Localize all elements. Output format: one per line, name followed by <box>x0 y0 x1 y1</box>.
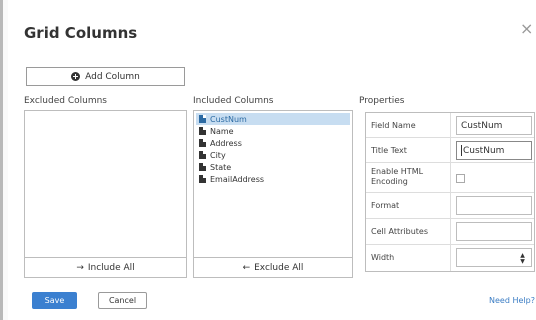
document-icon <box>199 151 206 159</box>
title-text-input[interactable]: CustNum <box>456 141 532 160</box>
plus-circle-icon <box>71 72 81 81</box>
grid-columns-dialog: Grid Columns × Add Column Excluded Colum… <box>8 0 536 320</box>
width-input[interactable]: ▲ ▼ <box>456 248 532 267</box>
arrow-left-icon: ← <box>242 262 251 273</box>
cancel-button[interactable]: Cancel <box>98 292 147 309</box>
format-input[interactable] <box>456 196 532 215</box>
property-row-enable-html: Enable HTML Encoding <box>366 163 534 193</box>
property-row-width: Width ▲ ▼ <box>366 245 534 271</box>
document-icon <box>199 163 206 171</box>
excluded-columns-list[interactable]: → Include All <box>24 110 187 278</box>
list-item[interactable]: State <box>196 161 350 173</box>
window-left-border <box>0 0 3 320</box>
included-columns-list[interactable]: CustNum Name Address City State EmailAdd… <box>193 110 353 278</box>
property-row-field-name: Field Name CustNum <box>366 113 534 138</box>
exclude-all-button[interactable]: ← Exclude All <box>194 257 352 277</box>
property-row-title-text: Title Text CustNum <box>366 138 534 163</box>
field-name-input[interactable]: CustNum <box>456 116 532 135</box>
arrow-right-icon: → <box>76 262 84 273</box>
document-icon <box>199 127 206 135</box>
list-item[interactable]: CustNum <box>196 113 350 125</box>
chevron-down-icon[interactable]: ▼ <box>520 258 525 265</box>
list-item-label: Name <box>210 126 234 136</box>
list-item[interactable]: Address <box>196 137 350 149</box>
list-item-label: CustNum <box>210 114 247 124</box>
close-icon[interactable]: × <box>520 21 533 37</box>
properties-label: Properties <box>359 96 405 106</box>
width-label: Width <box>371 253 395 262</box>
property-row-cell-attributes: Cell Attributes <box>366 219 534 245</box>
enable-html-checkbox[interactable] <box>456 174 465 183</box>
title-text-value: CustNum <box>463 145 505 156</box>
need-help-link[interactable]: Need Help? <box>489 296 535 305</box>
document-icon <box>199 115 206 123</box>
list-item[interactable]: Name <box>196 125 350 137</box>
document-icon <box>199 139 206 147</box>
cell-attributes-input[interactable] <box>456 222 532 241</box>
list-item-label: Address <box>210 138 242 148</box>
format-label: Format <box>371 201 400 210</box>
list-item[interactable]: EmailAddress <box>196 173 350 185</box>
list-item-label: EmailAddress <box>210 174 265 184</box>
add-column-button[interactable]: Add Column <box>26 67 185 86</box>
save-button[interactable]: Save <box>32 292 77 309</box>
include-all-label: Include All <box>87 262 135 273</box>
properties-panel: Field Name CustNum Title Text CustNum En… <box>365 112 535 272</box>
title-text-label: Title Text <box>371 146 407 155</box>
include-all-button[interactable]: → Include All <box>25 257 186 277</box>
add-column-label: Add Column <box>85 71 140 82</box>
enable-html-label: Enable HTML Encoding <box>371 167 424 186</box>
document-icon <box>199 175 206 183</box>
property-row-format: Format <box>366 193 534 219</box>
list-item[interactable]: City <box>196 149 350 161</box>
cell-attributes-label: Cell Attributes <box>371 227 428 236</box>
field-name-label: Field Name <box>371 121 416 130</box>
dialog-title: Grid Columns <box>24 24 138 42</box>
excluded-columns-label: Excluded Columns <box>24 96 107 106</box>
number-stepper[interactable]: ▲ ▼ <box>517 251 528 266</box>
list-item-label: State <box>210 162 232 172</box>
list-item-label: City <box>210 150 226 160</box>
exclude-all-label: Exclude All <box>254 262 304 273</box>
text-cursor <box>461 145 462 156</box>
included-columns-label: Included Columns <box>193 96 274 106</box>
